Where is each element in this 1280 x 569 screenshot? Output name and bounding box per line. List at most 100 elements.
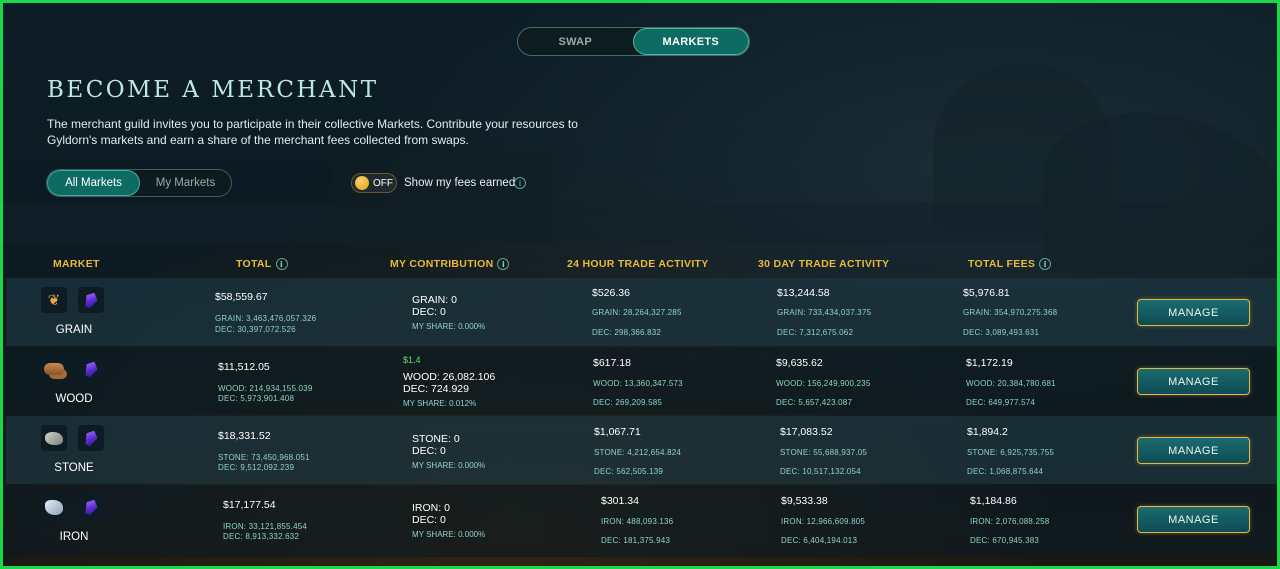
total-dec: DEC: 9,512,092.239 <box>218 463 295 472</box>
contribution-dec: DEC: 0 <box>412 445 446 457</box>
manage-button[interactable]: MANAGE <box>1137 299 1250 326</box>
contribution-dec: DEC: 0 <box>412 514 446 526</box>
market-row-stone: STONE $18,331.52 STONE: 73,450,968.051 D… <box>6 416 1277 484</box>
total-usd: $17,177.54 <box>223 499 276 511</box>
total-usd: $18,331.52 <box>218 430 271 442</box>
contribution-usd: $1.4 <box>403 355 421 365</box>
activity-30d-dec: DEC: 6,404,194.013 <box>781 536 858 545</box>
my-share: MY SHARE: 0.012% <box>403 399 477 408</box>
my-share: MY SHARE: 0.000% <box>412 322 486 331</box>
total-resource: IRON: 33,121,855.454 <box>223 522 308 531</box>
manage-button[interactable]: MANAGE <box>1137 437 1250 464</box>
market-filter: All Markets My Markets <box>46 169 232 197</box>
market-name: STONE <box>54 462 94 474</box>
market-row-wood: WOOD $11,512.05 WOOD: 214,934,155.039 DE… <box>6 347 1277 415</box>
contribution-dec: DEC: 0 <box>412 306 446 318</box>
manage-button[interactable]: MANAGE <box>1137 368 1250 395</box>
column-market: MARKET <box>53 258 100 270</box>
mode-switch: SWAP MARKETS <box>517 27 750 56</box>
fees-dec: DEC: 3,089,493.631 <box>963 328 1040 337</box>
contribution-resource: GRAIN: 0 <box>412 294 457 306</box>
dec-gem-icon <box>78 494 104 520</box>
activity-24h-usd: $1,067.71 <box>594 426 641 438</box>
fees-toggle-label: Show my fees earned <box>404 177 516 189</box>
tab-markets[interactable]: MARKETS <box>632 28 749 55</box>
fees-usd: $1,894.2 <box>967 426 1008 438</box>
column-contribution-label: MY CONTRIBUTION <box>390 258 494 270</box>
fees-resource: IRON: 2,076,088.258 <box>970 517 1050 526</box>
column-30d: 30 DAY TRADE ACTIVITY <box>758 258 890 270</box>
activity-24h-resource: WOOD: 13,360,347.573 <box>593 379 683 388</box>
activity-30d-dec: DEC: 10,517,132.054 <box>780 467 861 476</box>
total-resource: WOOD: 214,934,155.039 <box>218 384 313 393</box>
activity-24h-dec: DEC: 181,375.943 <box>601 536 671 545</box>
total-dec: DEC: 5,973,901.408 <box>218 394 295 403</box>
toggle-knob <box>355 176 369 190</box>
fees-toggle[interactable]: OFF <box>351 173 397 193</box>
info-icon[interactable]: i <box>497 258 510 271</box>
fees-resource: WOOD: 20,384,780.681 <box>966 379 1056 388</box>
market-name: GRAIN <box>55 324 93 336</box>
column-fees: TOTAL FEES i <box>968 258 1052 271</box>
background-tree <box>1043 113 1277 273</box>
total-resource: STONE: 73,450,968.051 <box>218 453 310 462</box>
fees-dec: DEC: 649,977.574 <box>966 398 1036 407</box>
column-contribution: MY CONTRIBUTION i <box>390 258 510 271</box>
fees-dec: DEC: 670,945.383 <box>970 536 1040 545</box>
my-share: MY SHARE: 0.000% <box>412 461 486 470</box>
wood-icon <box>41 356 67 382</box>
fees-usd: $1,172.19 <box>966 357 1013 369</box>
activity-30d-dec: DEC: 7,312,675.062 <box>777 328 854 337</box>
activity-24h-dec: DEC: 298,366.832 <box>592 328 662 337</box>
dec-gem-icon <box>78 287 104 313</box>
activity-30d-dec: DEC: 5,657,423.087 <box>776 398 853 407</box>
tab-swap[interactable]: SWAP <box>518 28 633 55</box>
activity-30d-resource: GRAIN: 733,434,037.375 <box>777 308 872 317</box>
activity-24h-resource: GRAIN: 28,264,327.285 <box>592 308 682 317</box>
activity-30d-usd: $9,635.62 <box>776 357 823 369</box>
activity-30d-usd: $13,244.58 <box>777 287 830 299</box>
activity-24h-resource: IRON: 488,093.136 <box>601 517 674 526</box>
activity-30d-usd: $17,083.52 <box>780 426 833 438</box>
activity-24h-dec: DEC: 269,209.585 <box>593 398 663 407</box>
activity-24h-dec: DEC: 562,505.139 <box>594 467 664 476</box>
market-row-iron: IRON $17,177.54 IRON: 33,121,855.454 DEC… <box>6 485 1277 557</box>
fees-usd: $1,184.86 <box>970 495 1017 507</box>
intro-text: The merchant guild invites you to partic… <box>47 117 578 147</box>
activity-30d-usd: $9,533.38 <box>781 495 828 507</box>
dec-gem-icon <box>78 425 104 451</box>
app-frame: SWAP MARKETS BECOME A MERCHANT The merch… <box>0 0 1280 569</box>
fees-usd: $5,976.81 <box>963 287 1010 299</box>
contribution-resource: WOOD: 26,082.106 <box>403 371 496 383</box>
info-icon[interactable]: i <box>275 258 288 271</box>
activity-30d-resource: WOOD: 156,249,900.235 <box>776 379 871 388</box>
activity-30d-resource: IRON: 12,966,609.805 <box>781 517 866 526</box>
column-total: TOTAL i <box>236 258 288 271</box>
page-title: BECOME A MERCHANT <box>47 77 379 103</box>
column-total-label: TOTAL <box>236 258 272 270</box>
total-resource: GRAIN: 3,463,476,057.326 <box>215 314 317 323</box>
total-dec: DEC: 8,913,332.632 <box>223 532 300 541</box>
activity-24h-usd: $617.18 <box>593 357 631 369</box>
info-icon[interactable]: i <box>514 177 526 189</box>
filter-all-markets[interactable]: All Markets <box>47 170 140 196</box>
info-icon[interactable]: i <box>1039 258 1052 271</box>
filter-my-markets[interactable]: My Markets <box>140 170 231 196</box>
market-row-grain: ❦ GRAIN $58,559.67 GRAIN: 3,463,476,057.… <box>6 278 1277 346</box>
contribution-dec: DEC: 724.929 <box>403 383 469 395</box>
background-building <box>333 153 553 243</box>
fees-dec: DEC: 1,068,875.644 <box>967 467 1044 476</box>
my-share: MY SHARE: 0.000% <box>412 530 486 539</box>
toggle-state: OFF <box>373 177 393 189</box>
fees-resource: STONE: 6,925,735.755 <box>967 448 1055 457</box>
dec-gem-icon <box>78 356 104 382</box>
column-24h: 24 HOUR TRADE ACTIVITY <box>567 258 709 270</box>
activity-24h-resource: STONE: 4,212,654.824 <box>594 448 682 457</box>
activity-24h-usd: $301.34 <box>601 495 639 507</box>
activity-30d-resource: STONE: 55,688,937.05 <box>780 448 868 457</box>
activity-24h-usd: $526.36 <box>592 287 630 299</box>
contribution-resource: IRON: 0 <box>412 502 450 514</box>
manage-button[interactable]: MANAGE <box>1137 506 1250 533</box>
contribution-resource: STONE: 0 <box>412 433 460 445</box>
market-name: IRON <box>59 531 89 543</box>
